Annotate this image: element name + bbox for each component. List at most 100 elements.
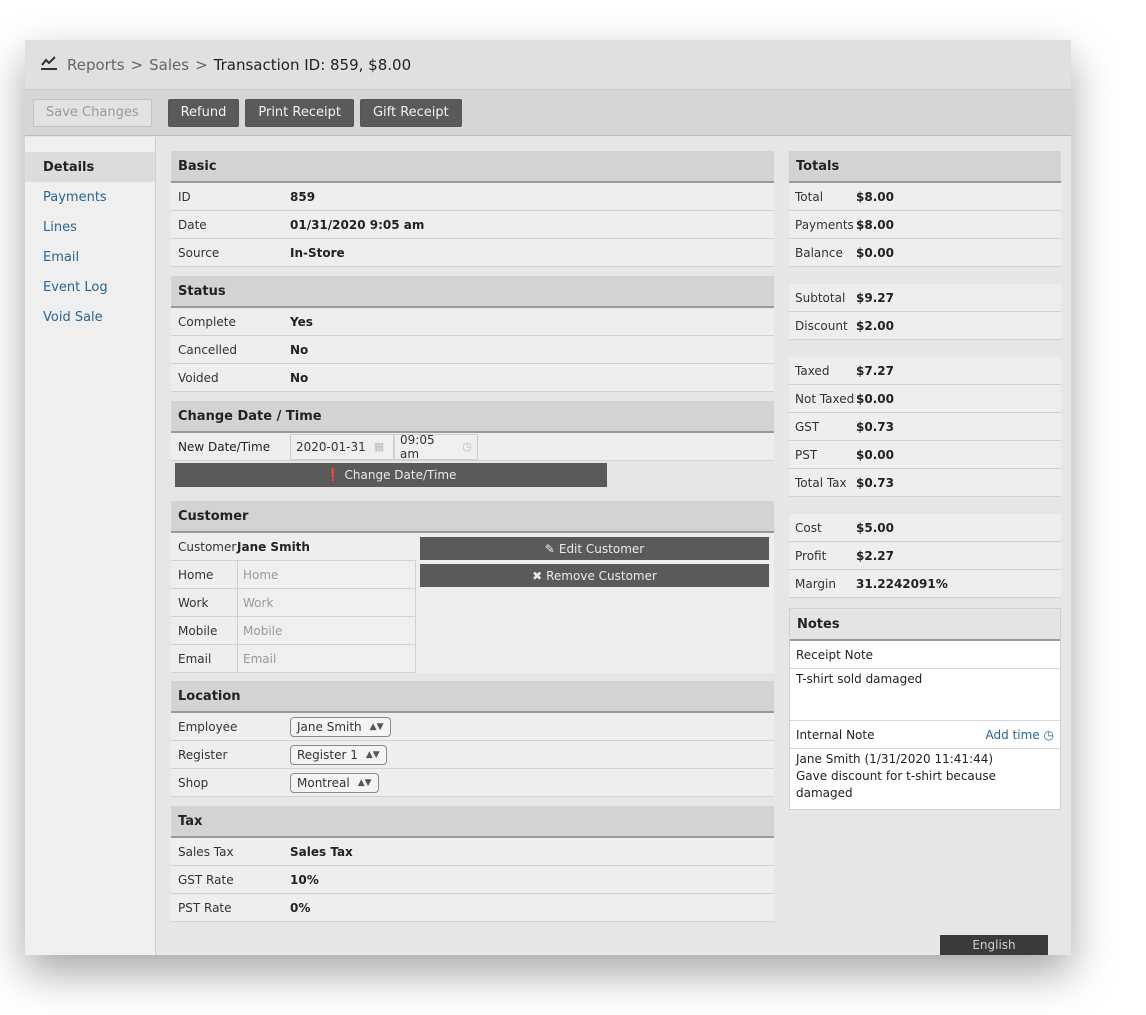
row-label: Not Taxed: [795, 391, 855, 406]
row-value: $0.73: [856, 475, 894, 490]
table-row: Taxed $7.27: [789, 357, 1061, 385]
table-row: Mobile Mobile: [171, 617, 416, 645]
receipt-note-textarea[interactable]: T-shirt sold damaged: [790, 669, 1060, 721]
chevron-up-down-icon: ▲▼: [369, 721, 384, 732]
chevron-up-down-icon: ▲▼: [357, 777, 372, 788]
row-label: Total Tax: [795, 475, 847, 490]
row-label: Sales Tax: [178, 844, 234, 859]
change-date-time-button[interactable]: ❗ Change Date/Time: [175, 463, 607, 487]
table-row: Register Register 1 ▲▼: [171, 741, 774, 769]
row-label: Mobile: [178, 623, 218, 638]
language-button[interactable]: English: [940, 935, 1048, 955]
table-row: Not Taxed $0.00: [789, 385, 1061, 413]
row-value: $9.27: [856, 290, 894, 305]
row-value: 0%: [290, 900, 311, 915]
table-row: PST $0.00: [789, 441, 1061, 469]
change-date-time-label: Change Date/Time: [344, 468, 457, 482]
row-label: Date: [178, 217, 207, 232]
date-input[interactable]: 2020-01-31 ▦: [290, 433, 394, 460]
receipt-note-label-text: Receipt Note: [796, 647, 874, 662]
row-value: $8.00: [856, 217, 894, 232]
notes-panel: Notes Receipt Note T-shirt sold damaged …: [789, 608, 1061, 810]
row-label: Customer: [178, 539, 237, 554]
register-select[interactable]: Register 1 ▲▼: [290, 744, 387, 765]
row-value: 31.2242091%: [856, 576, 948, 591]
work-phone-field[interactable]: Work: [237, 589, 416, 616]
employee-select[interactable]: Jane Smith ▲▼: [290, 716, 391, 737]
table-row: Payments $8.00: [789, 211, 1061, 239]
email-field[interactable]: Email: [237, 645, 416, 672]
sidebar-item-email[interactable]: Email: [25, 242, 155, 272]
row-value: $8.00: [856, 189, 894, 204]
select-value: Register 1: [297, 747, 358, 762]
chart-line-icon: [41, 55, 57, 74]
chevron-up-down-icon: ▲▼: [365, 749, 380, 760]
row-label: Profit: [795, 548, 827, 563]
row-label: PST Rate: [178, 900, 232, 915]
customer-fields: Customer Jane Smith Home Home Work Work …: [171, 533, 416, 673]
table-row: Total Tax $0.73: [789, 469, 1061, 497]
row-label: Cost: [795, 520, 822, 535]
table-row: Profit $2.27: [789, 542, 1061, 570]
table-row: GST Rate 10%: [171, 866, 774, 894]
row-value[interactable]: Sales Tax: [290, 845, 353, 859]
info-icon: ❗: [325, 468, 341, 482]
remove-customer-button[interactable]: ✖ Remove Customer: [420, 564, 769, 587]
customer-name[interactable]: Jane Smith: [237, 540, 310, 554]
row-label: New Date/Time: [178, 439, 271, 454]
print-receipt-button[interactable]: Print Receipt: [245, 98, 354, 127]
gift-receipt-button[interactable]: Gift Receipt: [359, 98, 462, 127]
row-label: GST: [795, 419, 820, 434]
row-label: Work: [178, 595, 209, 610]
page-title: Transaction ID: 859, $8.00: [213, 55, 412, 74]
row-label: Source: [178, 245, 220, 260]
table-row: Margin 31.2242091%: [789, 570, 1061, 598]
sidebar-item-details[interactable]: Details: [25, 152, 155, 182]
sidebar-item-void-sale[interactable]: Void Sale: [25, 302, 155, 332]
row-value: Yes: [290, 314, 313, 329]
table-row: Home Home: [171, 561, 416, 589]
row-label: Complete: [178, 314, 236, 329]
breadcrumb-separator: >: [195, 55, 208, 74]
sidebar-item-payments[interactable]: Payments: [25, 182, 155, 212]
save-changes-button[interactable]: Save Changes: [33, 98, 152, 127]
row-value: 01/31/2020 9:05 am: [290, 217, 425, 232]
table-row: Date 01/31/2020 9:05 am: [171, 211, 774, 239]
table-row: New Date/Time 2020-01-31 ▦ 09:05 am ◷: [171, 433, 774, 461]
row-value: 10%: [290, 872, 319, 887]
breadcrumb-sales[interactable]: Sales: [149, 56, 189, 74]
section-title-basic: Basic: [171, 151, 774, 183]
internal-note-textarea[interactable]: Jane Smith (1/31/2020 11:41:44) Gave dis…: [790, 749, 1060, 809]
mobile-phone-field[interactable]: Mobile: [237, 617, 416, 644]
breadcrumb-reports[interactable]: Reports: [67, 56, 125, 74]
edit-customer-button[interactable]: ✎ Edit Customer: [420, 537, 769, 560]
clock-icon: ◷: [462, 440, 472, 453]
app-window: Reports > Sales > Transaction ID: 859, $…: [25, 40, 1071, 955]
home-phone-field[interactable]: Home: [237, 561, 416, 588]
shop-select[interactable]: Montreal ▲▼: [290, 772, 379, 793]
row-label: Voided: [178, 370, 219, 385]
close-icon: ✖: [532, 568, 543, 583]
section-title-notes: Notes: [790, 609, 1060, 641]
table-row: Source In-Store: [171, 239, 774, 267]
customer-actions: ✎ Edit Customer ✖ Remove Customer: [416, 533, 774, 673]
internal-note-line: Gave discount for t-shirt because damage…: [796, 769, 997, 800]
sidebar-item-lines[interactable]: Lines: [25, 212, 155, 242]
table-row: Total $8.00: [789, 183, 1061, 211]
table-row: Complete Yes: [171, 308, 774, 336]
breadcrumb: Reports > Sales > Transaction ID: 859, $…: [25, 40, 1071, 90]
sidebar-item-event-log[interactable]: Event Log: [25, 272, 155, 302]
row-label: Margin: [795, 576, 836, 591]
table-row: ID 859: [171, 183, 774, 211]
row-label: Register: [178, 747, 228, 762]
table-row: PST Rate 0%: [171, 894, 774, 922]
time-input[interactable]: 09:05 am ◷: [394, 433, 478, 461]
row-label: Cancelled: [178, 342, 237, 357]
table-row: GST $0.73: [789, 413, 1061, 441]
table-row: Voided No: [171, 364, 774, 392]
table-row: Work Work: [171, 589, 416, 617]
add-time-link[interactable]: Add time ◷: [986, 728, 1054, 742]
refund-button[interactable]: Refund: [167, 98, 240, 127]
table-row: Shop Montreal ▲▼: [171, 769, 774, 797]
clock-icon: ◷: [1043, 727, 1054, 742]
